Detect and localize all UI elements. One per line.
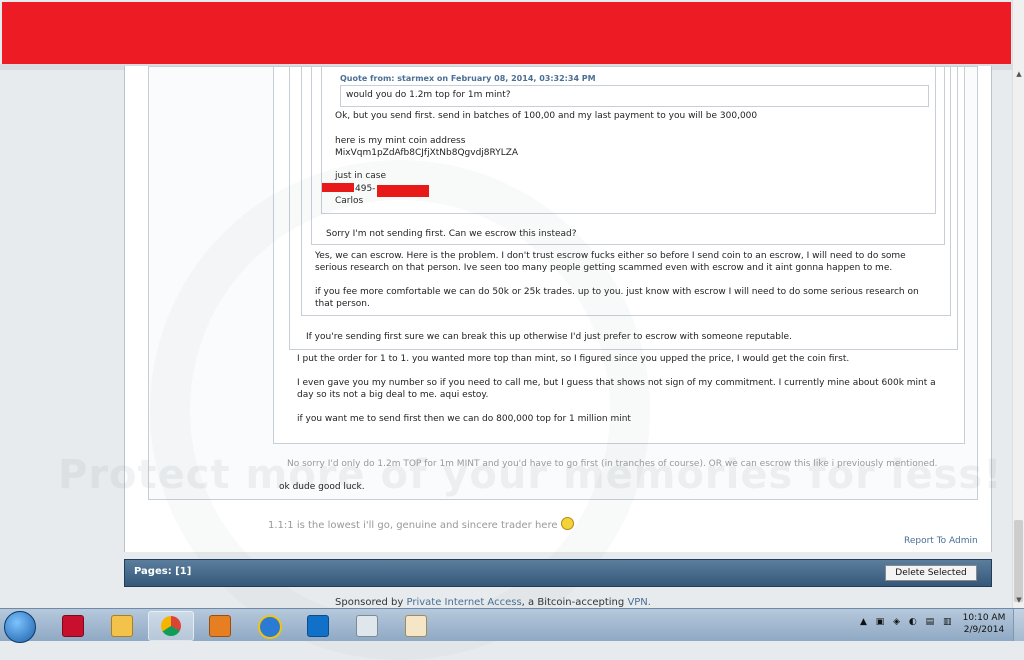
sponsor-line: Sponsored by Private Internet Access, a … xyxy=(335,597,651,608)
sponsor-prefix: Sponsored by xyxy=(335,597,407,608)
taskbar-app-red[interactable] xyxy=(50,611,94,639)
show-desktop-button[interactable] xyxy=(1013,609,1024,641)
taskbar-paint[interactable] xyxy=(393,611,437,639)
taskbar-calculator[interactable] xyxy=(344,611,388,639)
redaction-banner xyxy=(2,2,1011,64)
clock-time: 10:10 AM xyxy=(962,613,1006,623)
clock-date: 2/9/2014 xyxy=(963,625,1005,635)
watermark-text: Protect more of your memories for less! xyxy=(58,452,1003,498)
teamviewer-icon xyxy=(307,615,329,637)
taskbar-teamviewer[interactable] xyxy=(295,611,339,639)
red-app-icon xyxy=(62,615,84,637)
pages-label[interactable]: Pages: [1] xyxy=(134,566,191,577)
paint-icon xyxy=(405,615,427,637)
scroll-up-icon[interactable]: ▲ xyxy=(1015,70,1023,78)
taskbar-chrome[interactable] xyxy=(148,611,194,641)
system-tray-icons[interactable]: ▲ ▣ ◈ ◐ ▤ ▥ xyxy=(860,617,955,627)
folder-icon xyxy=(111,615,133,637)
sponsor-link-vpn[interactable]: VPN. xyxy=(627,597,651,608)
taskbar-media-player[interactable] xyxy=(197,611,241,639)
scroll-down-icon[interactable]: ▼ xyxy=(1015,596,1023,604)
delete-selected-button[interactable]: Delete Selected xyxy=(885,565,977,581)
scroll-thumb[interactable] xyxy=(1014,520,1023,602)
pages-bar: Pages: [1] Delete Selected xyxy=(124,559,992,587)
sponsor-middle: , a Bitcoin-accepting xyxy=(521,597,628,608)
taskbar: ▲ ▣ ◈ ◐ ▤ ▥ 10:10 AM 2/9/2014 xyxy=(0,608,1024,643)
ie-icon xyxy=(258,615,282,639)
clock[interactable]: 10:10 AM 2/9/2014 xyxy=(958,612,1010,636)
quote-header-link[interactable]: Quote from: starmex on February 08, 2014… xyxy=(340,74,596,83)
chrome-icon xyxy=(161,616,181,636)
sponsor-link-pia[interactable]: Private Internet Access xyxy=(407,597,522,608)
q6-text: would you do 1.2m top for 1m mint? xyxy=(346,90,511,100)
vertical-scrollbar[interactable]: ▲ ▼ xyxy=(1012,0,1024,608)
report-to-admin-link[interactable]: Report To Admin xyxy=(904,536,978,546)
taskbar-internet-explorer[interactable] xyxy=(246,611,290,639)
q5-line: MixVqm1pZdAfb8CJfjXtNb8Qgvdj8RYLZA xyxy=(335,148,519,158)
q5-line: here is my mint coin address xyxy=(335,136,466,146)
media-player-icon xyxy=(209,615,231,637)
q5-line: Ok, but you send first. send in batches … xyxy=(335,111,758,121)
taskbar-file-explorer[interactable] xyxy=(99,611,143,639)
calculator-icon xyxy=(356,615,378,637)
start-button[interactable] xyxy=(4,611,36,643)
